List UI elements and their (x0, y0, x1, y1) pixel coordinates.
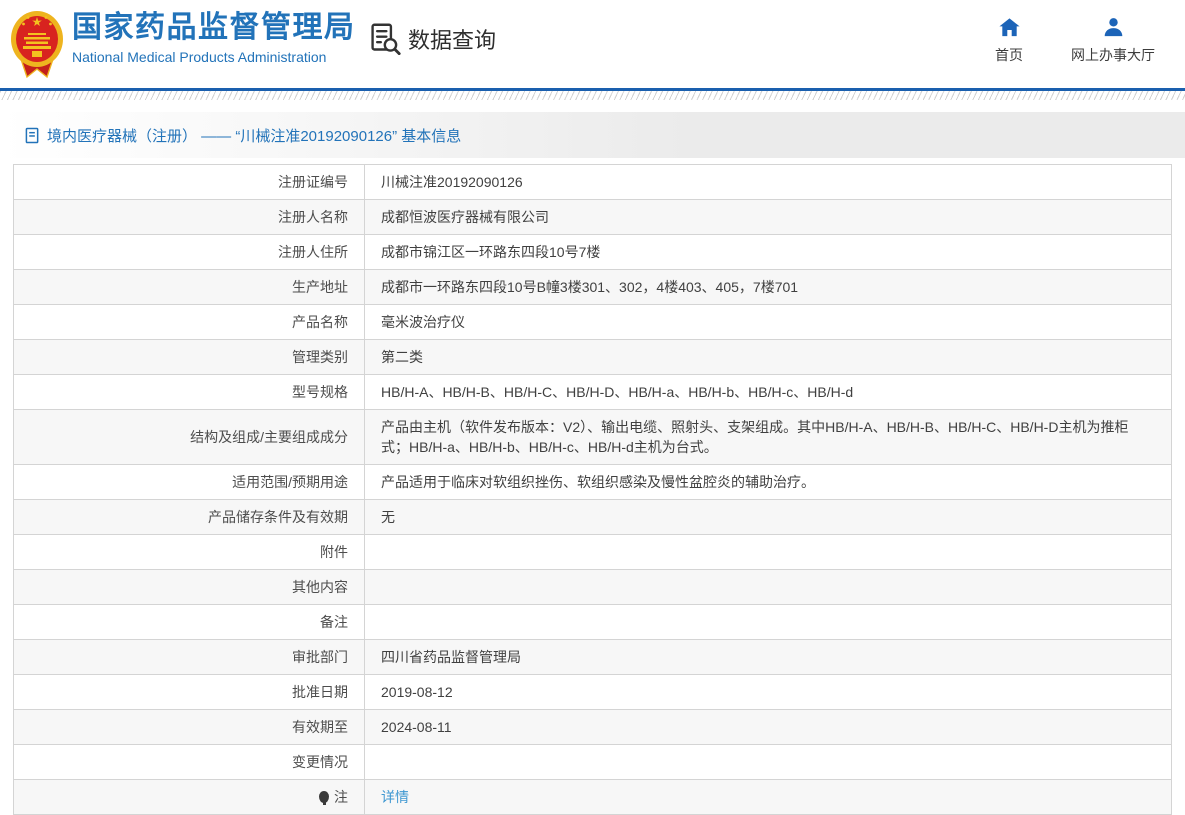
row-label: 产品名称 (14, 305, 365, 340)
site-title-en: National Medical Products Administration (72, 49, 356, 65)
site-title: 国家药品监督管理局 (72, 11, 356, 45)
site-title-block: 国家药品监督管理局 National Medical Products Admi… (72, 11, 356, 65)
row-value: 2019-08-12 (365, 675, 1172, 710)
row-label: 其他内容 (14, 570, 365, 605)
table-row: 产品储存条件及有效期无 (14, 500, 1172, 535)
table-row: 型号规格HB/H-A、HB/H-B、HB/H-C、HB/H-D、HB/H-a、H… (14, 375, 1172, 410)
row-label: 有效期至 (14, 710, 365, 745)
data-query-section[interactable]: 数据查询 (368, 22, 496, 55)
row-value: 2024-08-11 (365, 710, 1172, 745)
site-header: 国家药品监督管理局 National Medical Products Admi… (0, 0, 1185, 88)
row-value: 成都市一环路东四段10号B幢3楼301、302，4楼403、405，7楼701 (365, 270, 1172, 305)
row-label: 附件 (14, 535, 365, 570)
table-row: 注册人名称成都恒波医疗器械有限公司 (14, 200, 1172, 235)
row-label: 变更情况 (14, 745, 365, 780)
row-value: 四川省药品监督管理局 (365, 640, 1172, 675)
detail-link[interactable]: 详情 (381, 789, 409, 805)
row-value: 产品适用于临床对软组织挫伤、软组织感染及慢性盆腔炎的辅助治疗。 (365, 465, 1172, 500)
row-label: 管理类别 (14, 340, 365, 375)
row-label: 型号规格 (14, 375, 365, 410)
nav-service-hall-label: 网上办事大厅 (1071, 45, 1155, 65)
row-label: 适用范围/预期用途 (14, 465, 365, 500)
row-value: 毫米波治疗仪 (365, 305, 1172, 340)
row-value: 产品由主机（软件发布版本：V2）、输出电缆、照射头、支架组成。其中HB/H-A、… (365, 410, 1172, 465)
info-table: 注册证编号川械注准20192090126注册人名称成都恒波医疗器械有限公司注册人… (13, 164, 1172, 815)
note-icon (319, 791, 329, 803)
nav-home-label: 首页 (995, 45, 1023, 65)
table-row: 其他内容 (14, 570, 1172, 605)
row-value: 无 (365, 500, 1172, 535)
table-row: 生产地址成都市一环路东四段10号B幢3楼301、302，4楼403、405，7楼… (14, 270, 1172, 305)
row-value (365, 570, 1172, 605)
row-value (365, 535, 1172, 570)
top-nav: 首页 网上办事大厅 (995, 15, 1155, 65)
nav-home[interactable]: 首页 (995, 15, 1023, 65)
row-label: 审批部门 (14, 640, 365, 675)
table-row: 适用范围/预期用途产品适用于临床对软组织挫伤、软组织感染及慢性盆腔炎的辅助治疗。 (14, 465, 1172, 500)
row-value: 第二类 (365, 340, 1172, 375)
nav-service-hall[interactable]: 网上办事大厅 (1071, 15, 1155, 65)
row-value: 详情 (365, 780, 1172, 815)
breadcrumb-band: 境内医疗器械（注册） —— “川械注准20192090126” 基本信息 (0, 112, 1185, 158)
table-row: 变更情况 (14, 745, 1172, 780)
hatch-band (0, 91, 1185, 100)
table-row: 注详情 (14, 780, 1172, 815)
row-value (365, 605, 1172, 640)
data-query-label: 数据查询 (408, 23, 496, 55)
table-row: 注册人住所成都市锦江区一环路东四段10号7楼 (14, 235, 1172, 270)
row-label: 注册证编号 (14, 165, 365, 200)
row-value: 成都恒波医疗器械有限公司 (365, 200, 1172, 235)
row-label: 注册人名称 (14, 200, 365, 235)
row-label: 批准日期 (14, 675, 365, 710)
row-label: 结构及组成/主要组成成分 (14, 410, 365, 465)
table-row: 注册证编号川械注准20192090126 (14, 165, 1172, 200)
home-icon (998, 15, 1021, 39)
row-label: 注册人住所 (14, 235, 365, 270)
table-row: 有效期至2024-08-11 (14, 710, 1172, 745)
table-row: 管理类别第二类 (14, 340, 1172, 375)
row-label: 产品储存条件及有效期 (14, 500, 365, 535)
document-search-icon (368, 22, 401, 55)
table-row: 审批部门四川省药品监督管理局 (14, 640, 1172, 675)
table-row: 附件 (14, 535, 1172, 570)
table-row: 批准日期2019-08-12 (14, 675, 1172, 710)
nmpa-emblem-logo (10, 8, 64, 80)
row-label: 备注 (14, 605, 365, 640)
row-value: HB/H-A、HB/H-B、HB/H-C、HB/H-D、HB/H-a、HB/H-… (365, 375, 1172, 410)
row-label: 注 (14, 780, 365, 815)
row-label: 生产地址 (14, 270, 365, 305)
table-row: 备注 (14, 605, 1172, 640)
table-row: 结构及组成/主要组成成分产品由主机（软件发布版本：V2）、输出电缆、照射头、支架… (14, 410, 1172, 465)
row-value: 川械注准20192090126 (365, 165, 1172, 200)
document-icon (25, 127, 40, 144)
breadcrumb: 境内医疗器械（注册） —— “川械注准20192090126” 基本信息 (47, 125, 461, 146)
row-value (365, 745, 1172, 780)
info-table-body: 注册证编号川械注准20192090126注册人名称成都恒波医疗器械有限公司注册人… (14, 165, 1172, 815)
user-icon (1102, 15, 1125, 39)
table-row: 产品名称毫米波治疗仪 (14, 305, 1172, 340)
row-value: 成都市锦江区一环路东四段10号7楼 (365, 235, 1172, 270)
